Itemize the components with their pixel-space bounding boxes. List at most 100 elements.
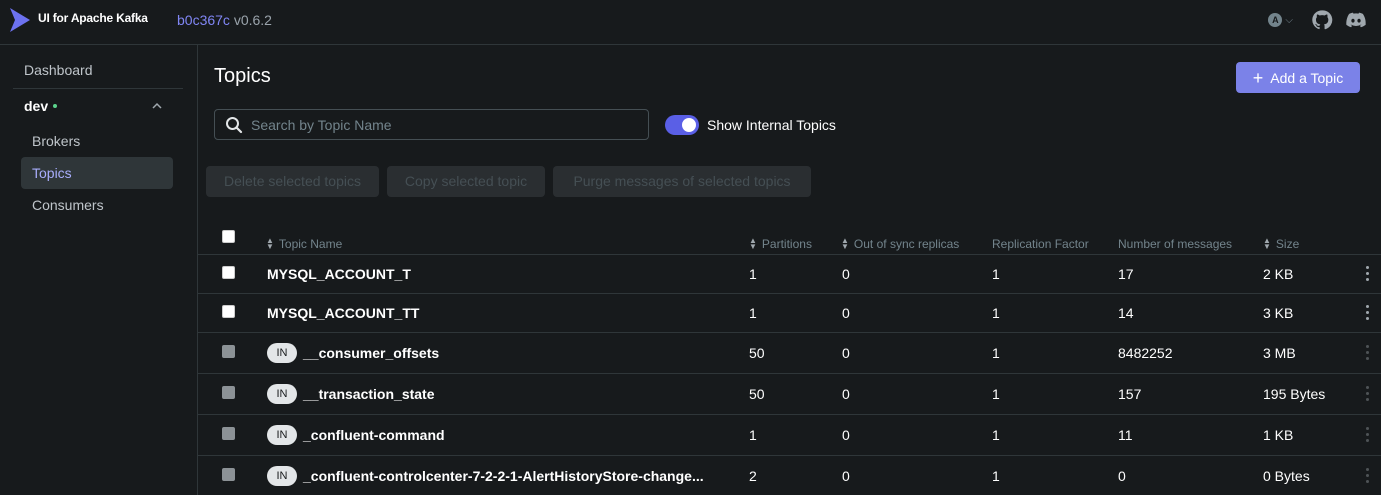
- topic-name-link[interactable]: IN _confluent-controlcenter-7-2-2-1-Aler…: [267, 466, 704, 486]
- search-icon: [226, 116, 243, 133]
- internal-badge: IN: [267, 425, 297, 445]
- col-size[interactable]: ▲ ▼ Size: [1263, 236, 1299, 252]
- size-value: 195 Bytes: [1263, 386, 1326, 402]
- out-of-sync-value: 0: [842, 468, 850, 484]
- table-row[interactable]: MYSQL_ACCOUNT_T 1 0 1 17 2 KB: [198, 255, 1381, 294]
- delete-selected-button[interactable]: Delete selected topics: [206, 166, 379, 197]
- top-navbar: UI for Apache Kafka b0c367c v0.6.2 A ⌵: [0, 0, 1381, 45]
- partitions-value: 50: [749, 345, 765, 361]
- search-input[interactable]: [251, 116, 641, 133]
- out-of-sync-value: 0: [842, 266, 850, 282]
- table-header: ▲ ▼ Topic Name ▲ ▼ Partitions ▲ ▼ Out of sy…: [198, 223, 1381, 255]
- cluster-status-dot: [53, 104, 58, 108]
- internal-badge: IN: [267, 384, 297, 404]
- more-actions-icon: [1364, 345, 1370, 363]
- out-of-sync-value: 0: [842, 427, 850, 443]
- search-box: [214, 109, 649, 140]
- show-internal-toggle[interactable]: [665, 115, 699, 135]
- table-row[interactable]: MYSQL_ACCOUNT_TT 1 0 1 14 3 KB: [198, 294, 1381, 333]
- add-topic-button[interactable]: + Add a Topic: [1236, 62, 1360, 93]
- version-number: v0.6.2: [233, 12, 272, 28]
- out-of-sync-value: 0: [842, 305, 850, 321]
- table-row[interactable]: IN __transaction_state 50 0 1 157 195 By…: [198, 374, 1381, 415]
- sort-icon: ▲ ▼: [749, 236, 757, 251]
- row-checkbox[interactable]: [222, 305, 235, 318]
- col-replication-factor: Replication Factor: [992, 237, 1089, 251]
- messages-value: 11: [1118, 427, 1133, 443]
- replication-value: 1: [992, 266, 1000, 282]
- discord-icon[interactable]: [1345, 9, 1367, 31]
- more-actions-icon[interactable]: [1364, 266, 1370, 284]
- partitions-value: 1: [749, 427, 757, 443]
- sidebar: Dashboard dev Brokers Topics Consumers: [0, 45, 198, 495]
- topic-name-link[interactable]: IN _confluent-command: [267, 425, 445, 445]
- app-brand[interactable]: UI for Apache Kafka: [38, 11, 148, 25]
- sidebar-item-topics[interactable]: Topics: [21, 157, 173, 189]
- messages-value: 17: [1118, 266, 1134, 282]
- sidebar-divider: [13, 88, 183, 89]
- row-checkbox-disabled: [222, 345, 235, 358]
- user-avatar: A: [1268, 13, 1283, 27]
- partitions-value: 2: [749, 468, 757, 484]
- cluster-name: dev: [24, 98, 49, 114]
- table-row[interactable]: IN __consumer_offsets 50 0 1 8482252 3 M…: [198, 333, 1381, 374]
- internal-badge: IN: [267, 466, 297, 486]
- sort-icon: ▲ ▼: [266, 236, 274, 251]
- replication-value: 1: [992, 345, 1000, 361]
- row-checkbox-disabled: [222, 427, 235, 440]
- size-value: 3 KB: [1263, 305, 1294, 321]
- topic-name-link[interactable]: MYSQL_ACCOUNT_TT: [267, 305, 419, 321]
- size-value: 1 KB: [1263, 427, 1294, 443]
- plus-icon: +: [1252, 67, 1264, 88]
- col-number-of-messages: Number of messages: [1118, 237, 1233, 251]
- show-internal-label: Show Internal Topics: [707, 117, 836, 133]
- topic-name-link[interactable]: IN __consumer_offsets: [267, 343, 439, 363]
- table-row[interactable]: IN _confluent-controlcenter-7-2-2-1-Aler…: [198, 456, 1381, 495]
- sidebar-item-dashboard[interactable]: Dashboard: [24, 62, 93, 78]
- navbar-actions: A ⌵: [1268, 9, 1367, 31]
- sidebar-item-brokers[interactable]: Brokers: [21, 125, 173, 157]
- main-content: Topics + Add a Topic Show Internal Topic…: [198, 45, 1381, 495]
- more-actions-icon: [1364, 386, 1370, 404]
- github-icon[interactable]: [1311, 9, 1333, 31]
- topic-name-link[interactable]: IN __transaction_state: [267, 384, 435, 404]
- partitions-value: 1: [749, 266, 757, 282]
- replication-value: 1: [992, 305, 1000, 321]
- row-checkbox[interactable]: [222, 266, 235, 279]
- sort-icon: ▲ ▼: [1263, 236, 1271, 251]
- commit-hash-link[interactable]: b0c367c: [177, 12, 230, 28]
- chevron-up-icon[interactable]: [152, 101, 162, 111]
- col-topic-name[interactable]: ▲ ▼ Topic Name: [266, 236, 342, 252]
- table-row[interactable]: IN _confluent-command 1 0 1 11 1 KB: [198, 415, 1381, 456]
- purge-selected-button[interactable]: Purge messages of selected topics: [553, 166, 811, 197]
- internal-badge: IN: [267, 343, 297, 363]
- messages-value: 0: [1118, 468, 1126, 484]
- cluster-toggle[interactable]: dev: [24, 98, 58, 114]
- page-title: Topics: [214, 65, 271, 87]
- messages-value: 8482252: [1118, 345, 1173, 361]
- size-value: 3 MB: [1263, 345, 1296, 361]
- row-checkbox-disabled: [222, 468, 235, 481]
- out-of-sync-value: 0: [842, 345, 850, 361]
- out-of-sync-value: 0: [842, 386, 850, 402]
- sort-icon: ▲ ▼: [841, 236, 849, 251]
- select-all-checkbox[interactable]: [222, 230, 235, 243]
- user-menu[interactable]: A ⌵: [1268, 13, 1293, 27]
- version-info: b0c367c v0.6.2: [177, 12, 272, 28]
- more-actions-icon: [1364, 468, 1370, 486]
- chevron-down-icon: ⌵: [1285, 14, 1293, 26]
- row-checkbox-disabled: [222, 386, 235, 399]
- col-out-of-sync[interactable]: ▲ ▼ Out of sync replicas: [841, 236, 959, 252]
- copy-selected-button[interactable]: Copy selected topic: [387, 166, 545, 197]
- size-value: 0 Bytes: [1263, 468, 1310, 484]
- more-actions-icon: [1364, 427, 1370, 445]
- toggle-knob: [682, 118, 696, 132]
- col-partitions[interactable]: ▲ ▼ Partitions: [749, 236, 812, 252]
- messages-value: 157: [1118, 386, 1142, 402]
- kafka-ui-logo[interactable]: [8, 6, 32, 34]
- topic-name-link[interactable]: MYSQL_ACCOUNT_T: [267, 266, 411, 282]
- messages-value: 14: [1118, 305, 1134, 321]
- replication-value: 1: [992, 427, 1000, 443]
- sidebar-item-consumers[interactable]: Consumers: [21, 189, 173, 221]
- more-actions-icon[interactable]: [1364, 305, 1370, 323]
